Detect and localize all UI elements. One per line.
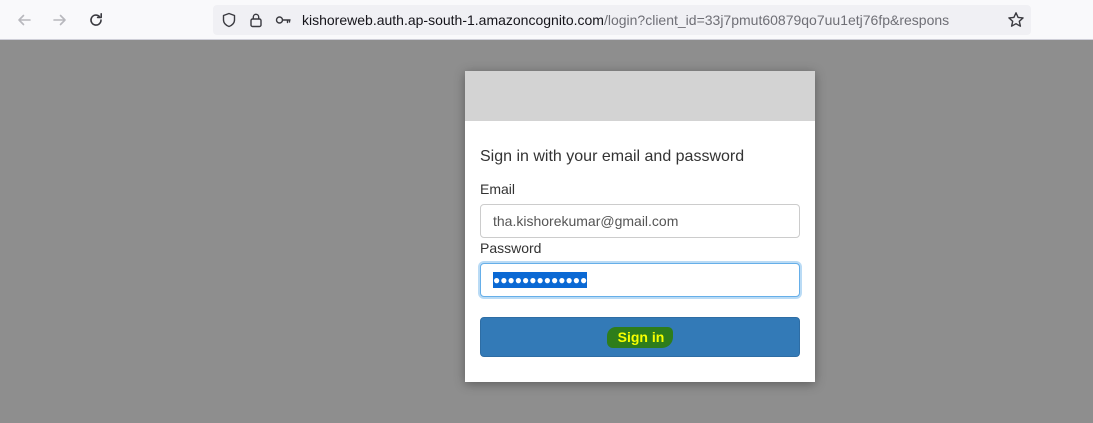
password-value: ●●●●●●●●●●●●● xyxy=(493,272,588,288)
back-button[interactable] xyxy=(10,6,38,34)
star-icon[interactable] xyxy=(1007,11,1025,29)
arrow-right-icon xyxy=(53,14,66,26)
url-path: /login?client_id=33j7pmut60879qo7uu1etj7… xyxy=(603,12,950,28)
forward-button[interactable] xyxy=(46,6,74,34)
sign-in-button[interactable]: Sign in xyxy=(480,317,800,357)
sign-in-label: Sign in xyxy=(606,326,674,348)
login-card: Sign in with your email and password Ema… xyxy=(465,71,815,382)
password-field[interactable]: ●●●●●●●●●●●●● xyxy=(480,263,800,297)
email-value: tha.kishorekumar@gmail.com xyxy=(493,213,679,229)
browser-toolbar: kishoreweb.auth.ap-south-1.amazoncognito… xyxy=(0,0,1093,40)
email-label: Email xyxy=(480,181,516,197)
key-icon[interactable] xyxy=(275,12,291,28)
shield-icon[interactable] xyxy=(221,12,237,28)
password-label: Password xyxy=(480,240,542,256)
arrow-left-icon xyxy=(18,14,31,26)
reload-icon xyxy=(90,13,102,26)
email-field[interactable]: tha.kishorekumar@gmail.com xyxy=(480,204,800,238)
login-title: Sign in with your email and password xyxy=(480,148,745,165)
lock-icon[interactable] xyxy=(248,12,264,28)
url-text[interactable]: kishoreweb.auth.ap-south-1.amazoncognito… xyxy=(302,5,1002,35)
card-banner xyxy=(465,71,815,121)
reload-button[interactable] xyxy=(82,6,110,34)
url-bar[interactable]: kishoreweb.auth.ap-south-1.amazoncognito… xyxy=(213,5,1031,35)
url-host: kishoreweb.auth.ap-south-1.amazoncognito… xyxy=(302,12,604,28)
